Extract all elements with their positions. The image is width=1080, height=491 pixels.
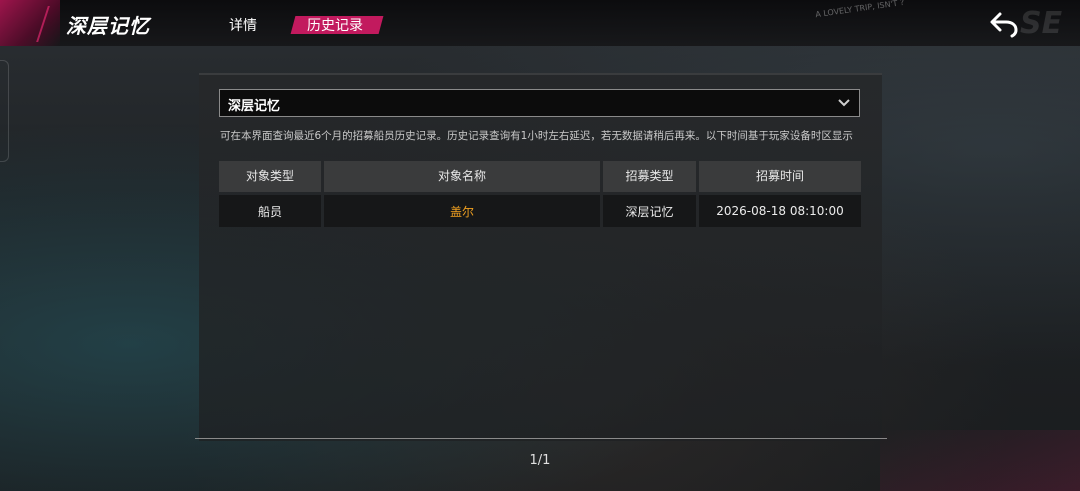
panel-divider [195, 438, 887, 439]
table-header-row: 对象类型 对象名称 招募类型 招募时间 [219, 161, 861, 192]
side-drawer-edge [0, 60, 9, 162]
history-notice-text: 可在本界面查询最近6个月的招募船员历史记录。历史记录查询有1小时左右延迟，若无数… [220, 130, 853, 142]
tab-details[interactable]: 详情 [229, 15, 257, 35]
column-header-object-name: 对象名称 [324, 161, 600, 192]
history-table: 对象类型 对象名称 招募类型 招募时间 船员 盖尔 深层记忆 2026-08-1… [216, 161, 864, 227]
column-header-object-type: 对象类型 [219, 161, 321, 192]
column-header-recruit-time: 招募时间 [699, 161, 861, 192]
page-title: 深层记忆 [66, 14, 150, 38]
cell-recruit-time: 2026-08-18 08:10:00 [699, 195, 861, 227]
cell-recruit-type: 深层记忆 [603, 195, 696, 227]
cell-object-name[interactable]: 盖尔 [324, 195, 600, 227]
back-arrow-icon[interactable] [988, 10, 1020, 38]
top-bar: 深层记忆 详情 历史记录 A LOVELY TRIP, ISN'T ? SE [0, 0, 1080, 46]
background-scribble-text: A LOVELY TRIP, ISN'T ? [814, 0, 905, 20]
chevron-down-icon [838, 99, 850, 107]
page-indicator: 1/1 [529, 453, 551, 468]
background-logo-text: SE [1020, 6, 1063, 41]
tab-history[interactable]: 历史记录 [297, 15, 373, 35]
dropdown-selected-label: 深层记忆 [228, 99, 281, 114]
pool-select-dropdown[interactable]: 深层记忆 [219, 89, 860, 117]
cell-object-type: 船员 [219, 195, 321, 227]
table-row: 船员 盖尔 深层记忆 2026-08-18 08:10:00 [219, 195, 861, 227]
column-header-recruit-type: 招募类型 [603, 161, 696, 192]
